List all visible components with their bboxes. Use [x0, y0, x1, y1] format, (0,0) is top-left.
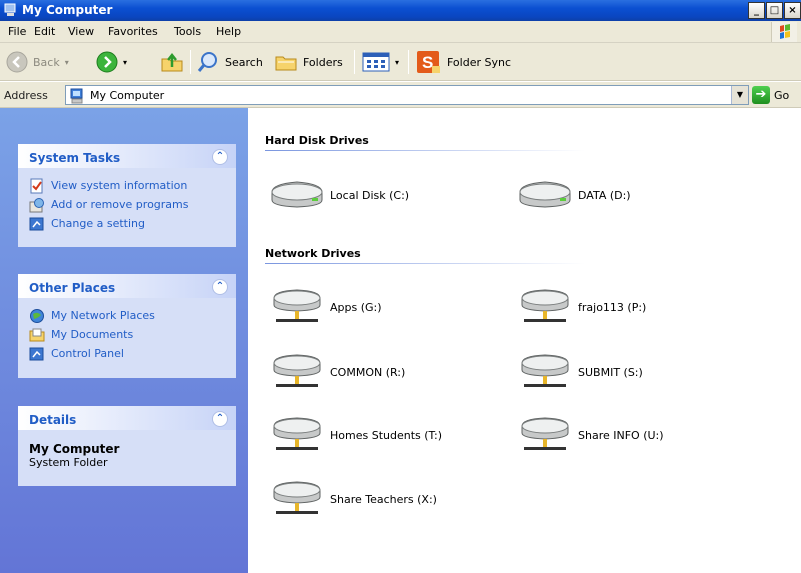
network-drive-icon: [273, 417, 321, 450]
window-title: My Computer: [22, 3, 113, 17]
system-tasks-header[interactable]: System Tasks ⌃: [18, 144, 236, 168]
task-pane: System Tasks ⌃ View system information A…: [0, 108, 248, 573]
drive-submit-s[interactable]: SUBMIT (S:): [516, 351, 643, 393]
forward-arrow-icon: [96, 51, 118, 73]
hard-disk-drives-heading: Hard Disk Drives: [265, 134, 369, 147]
network-drive-icon: [273, 481, 321, 514]
back-button[interactable]: Back ▾: [6, 49, 69, 75]
folder-sync-button[interactable]: S Folder Sync: [416, 49, 511, 75]
details-name: My Computer: [29, 442, 120, 456]
go-button[interactable]: ➔ Go: [752, 86, 789, 104]
views-dropdown-icon: ▾: [395, 57, 400, 67]
close-button[interactable]: ×: [784, 2, 801, 19]
forward-button[interactable]: ▾: [96, 49, 127, 75]
folder-icon: [275, 56, 297, 71]
computer-icon: [70, 88, 83, 104]
details-type: System Folder: [29, 456, 108, 469]
drive-homes-students-t[interactable]: Homes Students (T:): [268, 414, 442, 456]
views-grid-icon: [362, 52, 390, 72]
collapse-chevron-icon[interactable]: ⌃: [212, 149, 228, 165]
menu-view[interactable]: View: [68, 25, 94, 38]
network-places-icon: [30, 308, 44, 323]
control-panel-icon: [29, 347, 44, 360]
control-panel-link[interactable]: Control Panel: [29, 344, 226, 363]
my-network-places-link[interactable]: My Network Places: [29, 306, 226, 325]
menu-help[interactable]: Help: [216, 25, 241, 38]
collapse-chevron-icon[interactable]: ⌃: [212, 411, 228, 427]
menu-file[interactable]: File: [8, 25, 26, 38]
drive-common-r[interactable]: COMMON (R:): [268, 351, 405, 393]
other-places-header[interactable]: Other Places ⌃: [18, 274, 236, 298]
folders-button[interactable]: Folders: [274, 49, 343, 75]
my-documents-icon: [29, 328, 45, 341]
address-bar: Address My Computer ▼ ➔ Go: [0, 82, 801, 108]
menu-bar: File Edit View Favorites Tools Help: [0, 21, 801, 43]
views-button[interactable]: ▾: [362, 49, 399, 75]
system-info-icon: [30, 178, 43, 193]
up-folder-icon: [161, 52, 183, 72]
drive-data-d[interactable]: DATA (D:): [516, 174, 631, 216]
maximize-button[interactable]: □: [766, 2, 783, 19]
svg-text:S: S: [422, 53, 433, 72]
drive-share-teachers-x[interactable]: Share Teachers (X:): [268, 478, 437, 520]
details-header[interactable]: Details ⌃: [18, 406, 236, 430]
up-folder-button[interactable]: [160, 49, 184, 75]
search-icon: [197, 52, 217, 72]
network-drive-icon: [273, 289, 321, 322]
go-arrow-icon: ➔: [752, 86, 770, 104]
content-pane: Hard Disk Drives Local Disk (C:) DATA (D…: [248, 108, 801, 573]
section-divider: [265, 150, 585, 151]
back-dropdown-icon: ▾: [64, 57, 69, 67]
address-value: My Computer: [90, 89, 165, 102]
control-panel-icon: [29, 217, 44, 230]
address-dropdown-button[interactable]: ▼: [731, 86, 748, 104]
hard-drive-icon: [271, 181, 323, 208]
title-bar[interactable]: My Computer _ □ ×: [0, 0, 801, 21]
view-system-information-link[interactable]: View system information: [29, 176, 226, 195]
network-drive-icon: [521, 354, 569, 387]
folder-sync-icon: S: [417, 51, 440, 73]
toolbar-separator: [408, 50, 409, 74]
network-drive-icon: [521, 417, 569, 450]
address-input[interactable]: My Computer ▼: [65, 85, 749, 105]
menu-favorites[interactable]: Favorites: [108, 25, 158, 38]
minimize-button[interactable]: _: [748, 2, 765, 19]
hard-drive-icon: [519, 181, 571, 208]
toolbar-separator: [190, 50, 191, 74]
back-arrow-icon: [6, 51, 28, 73]
forward-dropdown-icon: ▾: [123, 57, 128, 67]
network-drives-heading: Network Drives: [265, 247, 361, 260]
windows-logo-icon: [771, 22, 797, 42]
section-divider: [265, 263, 585, 264]
drive-apps-g[interactable]: Apps (G:): [268, 286, 382, 328]
other-places-panel: Other Places ⌃ My Network Places My Docu…: [18, 274, 236, 378]
menu-edit[interactable]: Edit: [34, 25, 55, 38]
network-drive-icon: [521, 289, 569, 322]
computer-icon: [4, 3, 16, 16]
toolbar-separator: [354, 50, 355, 74]
toolbar: Back ▾ ▾ Search Folders ▾ S Folder Sync: [0, 43, 801, 81]
details-panel: Details ⌃ My Computer System Folder: [18, 406, 236, 486]
search-button[interactable]: Search: [196, 49, 263, 75]
menu-tools[interactable]: Tools: [174, 25, 201, 38]
drive-frajo113-p[interactable]: frajo113 (P:): [516, 286, 646, 328]
drive-share-info-u[interactable]: Share INFO (U:): [516, 414, 664, 456]
drive-local-disk-c[interactable]: Local Disk (C:): [268, 174, 409, 216]
add-remove-programs-icon: [29, 197, 44, 212]
address-label: Address: [4, 89, 48, 102]
window-controls: _ □ ×: [748, 2, 801, 19]
my-documents-link[interactable]: My Documents: [29, 325, 226, 344]
system-tasks-panel: System Tasks ⌃ View system information A…: [18, 144, 236, 247]
change-setting-link[interactable]: Change a setting: [29, 214, 226, 233]
network-drive-icon: [273, 354, 321, 387]
collapse-chevron-icon[interactable]: ⌃: [212, 279, 228, 295]
add-remove-programs-link[interactable]: Add or remove programs: [29, 195, 226, 214]
